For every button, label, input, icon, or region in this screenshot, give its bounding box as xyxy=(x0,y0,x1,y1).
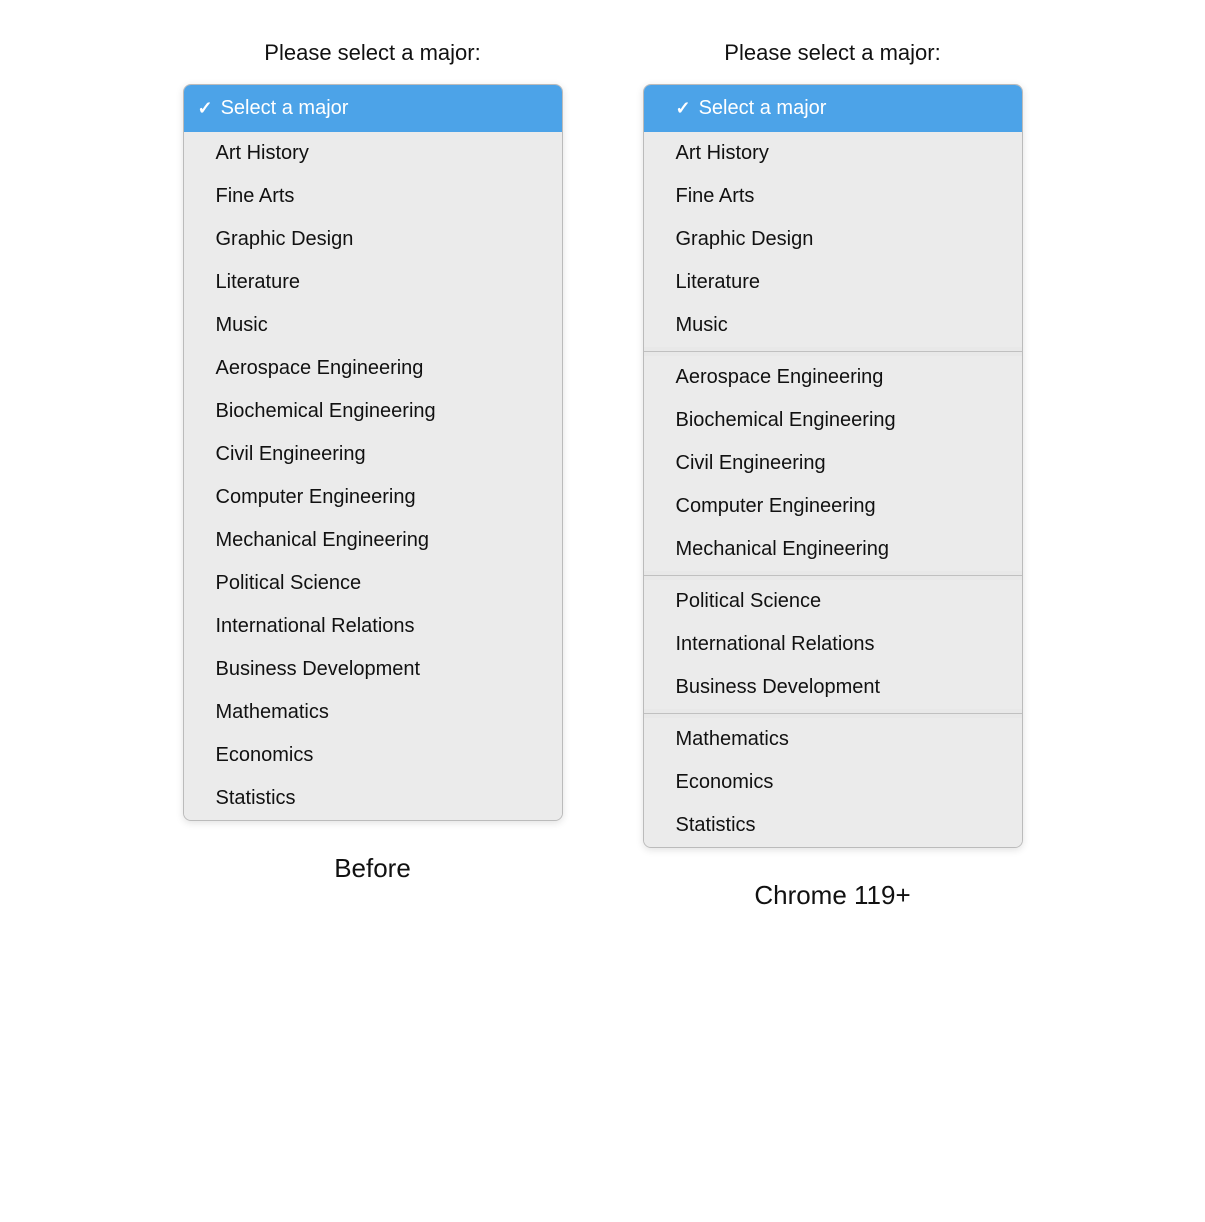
select-label: Please select a major: xyxy=(724,40,940,66)
selected-option[interactable]: ✓ Select a major xyxy=(644,85,1022,132)
selected-text: Select a major xyxy=(699,97,827,120)
list-item[interactable]: Political Science xyxy=(644,580,1022,623)
list-item[interactable]: International Relations xyxy=(184,605,562,648)
group-divider xyxy=(644,575,1022,576)
select-box-before[interactable]: ✓ Select a major Art HistoryFine ArtsGraph… xyxy=(183,84,563,821)
demo-label-chrome119: Chrome 119+ xyxy=(754,880,910,911)
list-item[interactable]: Aerospace Engineering xyxy=(644,356,1022,399)
list-item[interactable]: Statistics xyxy=(644,804,1022,847)
group-divider xyxy=(644,713,1022,714)
list-item[interactable]: Statistics xyxy=(184,777,562,820)
list-item[interactable]: Computer Engineering xyxy=(644,485,1022,528)
list-item[interactable]: Graphic Design xyxy=(644,218,1022,261)
list-item[interactable]: Music xyxy=(644,304,1022,347)
select-box-chrome119[interactable]: ✓ Select a major Art HistoryFine ArtsGraph… xyxy=(643,84,1023,848)
list-item[interactable]: Economics xyxy=(184,734,562,777)
list-item[interactable]: Fine Arts xyxy=(184,175,562,218)
list-item[interactable]: Civil Engineering xyxy=(184,433,562,476)
list-item[interactable]: Mathematics xyxy=(184,691,562,734)
list-item[interactable]: Fine Arts xyxy=(644,175,1022,218)
list-item[interactable]: Graphic Design xyxy=(184,218,562,261)
list-item[interactable]: Art History xyxy=(644,132,1022,175)
list-item[interactable]: Computer Engineering xyxy=(184,476,562,519)
list-item[interactable]: Mathematics xyxy=(644,718,1022,761)
page-container: Please select a major: ✓ Select a major Art… xyxy=(20,40,1185,911)
list-item[interactable]: International Relations xyxy=(644,623,1022,666)
list-item[interactable]: Literature xyxy=(184,261,562,304)
list-item[interactable]: Mechanical Engineering xyxy=(644,528,1022,571)
list-item[interactable]: Business Development xyxy=(644,666,1022,709)
list-item[interactable]: Literature xyxy=(644,261,1022,304)
select-label: Please select a major: xyxy=(264,40,480,66)
checkmark-icon: ✓ xyxy=(198,98,213,119)
checkmark-icon: ✓ xyxy=(676,98,691,119)
list-item[interactable]: Civil Engineering xyxy=(644,442,1022,485)
list-item[interactable]: Mechanical Engineering xyxy=(184,519,562,562)
list-item[interactable]: Biochemical Engineering xyxy=(644,399,1022,442)
list-item[interactable]: Business Development xyxy=(184,648,562,691)
demo-column-chrome119: Please select a major: ✓ Select a major Art… xyxy=(643,40,1023,911)
list-item[interactable]: Economics xyxy=(644,761,1022,804)
list-item[interactable]: Aerospace Engineering xyxy=(184,347,562,390)
demo-label-before: Before xyxy=(334,853,411,884)
list-item[interactable]: Political Science xyxy=(184,562,562,605)
list-item[interactable]: Art History xyxy=(184,132,562,175)
demo-column-before: Please select a major: ✓ Select a major Art… xyxy=(183,40,563,884)
selected-option[interactable]: ✓ Select a major xyxy=(184,85,562,132)
group-divider xyxy=(644,351,1022,352)
list-item[interactable]: Biochemical Engineering xyxy=(184,390,562,433)
selected-text: Select a major xyxy=(221,97,349,120)
list-item[interactable]: Music xyxy=(184,304,562,347)
